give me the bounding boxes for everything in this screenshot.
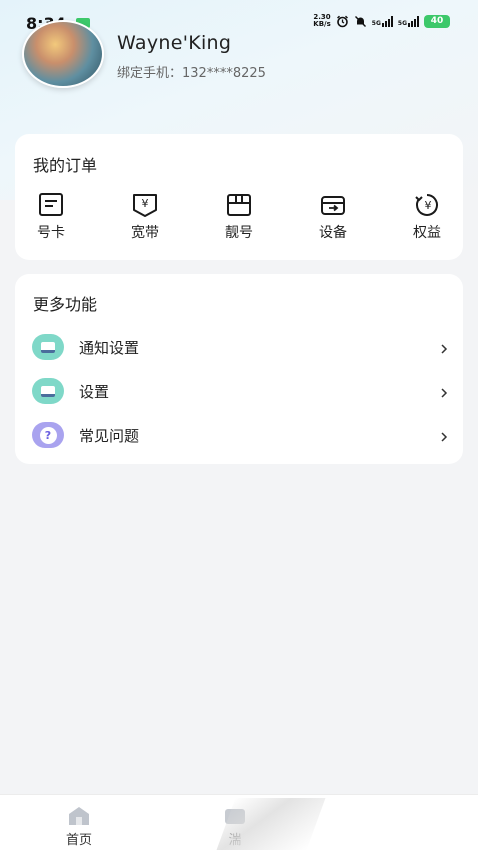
svg-text:¥: ¥	[425, 199, 432, 212]
box-icon	[227, 194, 251, 216]
sim-card-icon	[39, 193, 63, 216]
order-broadband[interactable]: ¥ 宽带	[117, 192, 173, 244]
device-icon	[321, 196, 345, 215]
orders-row: 号卡 ¥ 宽带 靓号 设备 ¥ 权益	[15, 192, 463, 244]
chevron-right-icon	[441, 344, 448, 354]
chevron-right-icon	[441, 432, 448, 442]
net-speed: 2.30 KB/s	[313, 13, 331, 28]
orders-title: 我的订单	[33, 156, 98, 175]
order-device[interactable]: 设备	[305, 192, 361, 244]
screen-glare	[216, 798, 326, 850]
notification-icon	[32, 334, 64, 360]
signal-strength-icon	[381, 15, 393, 27]
order-label: 权益	[413, 225, 441, 241]
alarm-icon	[336, 15, 348, 27]
nav-item-home[interactable]: 首页	[44, 795, 114, 850]
order-label: 靓号	[225, 225, 253, 241]
mute-bell-icon	[354, 15, 366, 27]
menu-item-faq[interactable]: ? 常见问题	[15, 416, 463, 456]
order-rights[interactable]: ¥ 权益	[399, 192, 455, 244]
order-label: 号卡	[37, 225, 65, 241]
user-name: Wayne'King	[117, 32, 232, 54]
menu-label: 常见问题	[79, 427, 140, 445]
more-features-card: 更多功能 通知设置 设置 ? 常见问题	[15, 274, 463, 464]
svg-text:¥: ¥	[142, 197, 149, 210]
rights-icon: ¥	[415, 194, 438, 216]
signal-strength-icon	[408, 15, 419, 27]
orders-card: 我的订单 号卡 ¥ 宽带 靓号 设备 ¥ 权益	[15, 134, 463, 260]
status-indicators: 2.30 KB/s 5G 5G 40	[313, 14, 450, 28]
battery-icon: 40	[424, 14, 450, 28]
broadband-icon: ¥	[133, 194, 157, 217]
home-icon	[69, 807, 89, 825]
order-number[interactable]: 靓号	[211, 192, 267, 244]
user-phone: 绑定手机：132****8225	[117, 66, 266, 81]
order-label: 设备	[319, 225, 347, 241]
menu-item-notification-settings[interactable]: 通知设置	[15, 328, 463, 368]
chevron-right-icon	[441, 388, 448, 398]
menu-label: 设置	[79, 383, 110, 401]
more-title: 更多功能	[33, 295, 98, 314]
menu-label: 通知设置	[79, 339, 140, 357]
menu-item-settings[interactable]: 设置	[15, 372, 463, 412]
avatar[interactable]	[22, 20, 104, 88]
nav-label: 首页	[65, 833, 92, 848]
settings-icon	[32, 378, 64, 404]
order-label: 宽带	[131, 225, 159, 241]
order-sim-card[interactable]: 号卡	[23, 192, 79, 244]
question-icon: ?	[32, 422, 64, 448]
